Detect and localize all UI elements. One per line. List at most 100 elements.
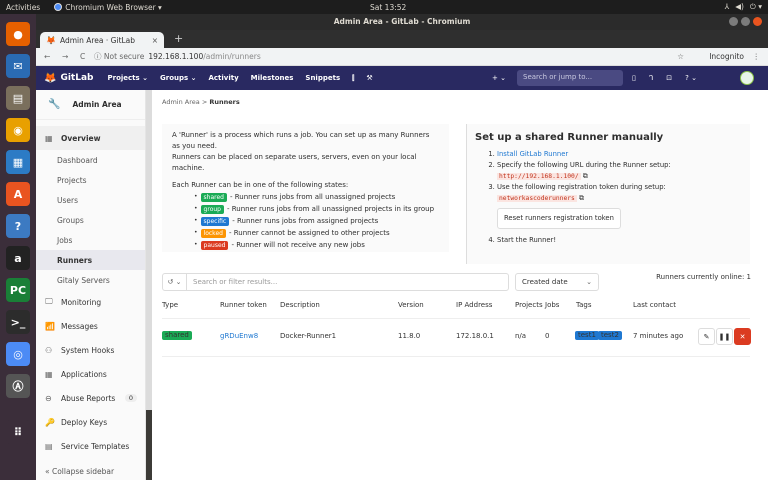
- sidebar-item-service-templates[interactable]: ▤ Service Templates: [36, 434, 145, 458]
- incognito-indicator[interactable]: Incognito: [709, 52, 744, 61]
- security-indicator[interactable]: ⓘ Not secure: [94, 51, 144, 62]
- runner-token-link[interactable]: gRDuEnw8: [220, 332, 258, 340]
- browser-tab[interactable]: 🦊 Admin Area · GitLab ×: [40, 32, 164, 48]
- amazon-icon[interactable]: a: [6, 246, 30, 270]
- runner-last-contact: 7 minutes ago: [633, 332, 684, 340]
- pycharm-icon[interactable]: PC: [6, 278, 30, 302]
- chromium-icon[interactable]: ◎: [6, 342, 30, 366]
- back-icon[interactable]: ←: [44, 52, 54, 61]
- sidebar-title[interactable]: 🔧 Admin Area: [36, 90, 145, 120]
- help-icon[interactable]: ?: [6, 214, 30, 238]
- chart-icon[interactable]: ⫿: [352, 74, 354, 83]
- app-menu[interactable]: Chromium Web Browser ▾: [54, 3, 162, 12]
- history-icon[interactable]: ↺ ⌄: [163, 274, 187, 290]
- sidebar-item-overview[interactable]: ▦ Overview: [36, 126, 145, 150]
- sidebar-item-dashboard[interactable]: Dashboard: [36, 150, 145, 170]
- app-grid-icon[interactable]: ⠿: [6, 420, 30, 444]
- merge-requests-icon[interactable]: ᒉ: [649, 74, 653, 82]
- sidebar-item-deploy-keys[interactable]: 🔑 Deploy Keys: [36, 410, 145, 434]
- pause-runner-button[interactable]: ❚❚: [716, 328, 733, 345]
- terminal-icon[interactable]: >_: [6, 310, 30, 334]
- state-row: • shared - Runner runs jobs from all unass…: [194, 191, 439, 203]
- registration-token: networkascoderunners: [497, 195, 577, 202]
- software-icon[interactable]: A: [6, 182, 30, 206]
- state-row: • paused - Runner will not receive any new…: [194, 239, 439, 251]
- nav-projects[interactable]: Projects ⌄: [107, 74, 148, 82]
- install-runner-link[interactable]: Install GitLab Runner: [497, 150, 568, 158]
- maximize-button[interactable]: [741, 17, 750, 26]
- gitlab-brand[interactable]: GitLab: [60, 73, 93, 83]
- sidebar-item-abuse-reports[interactable]: ⊖ Abuse Reports 0: [36, 386, 145, 410]
- activities-button[interactable]: Activities: [6, 3, 40, 12]
- nav-snippets[interactable]: Snippets: [305, 74, 340, 82]
- collapse-sidebar-button[interactable]: « Collapse sidebar: [45, 467, 114, 476]
- tab-close-icon[interactable]: ×: [152, 36, 158, 45]
- admin-wrench-icon[interactable]: ⚒: [366, 74, 372, 82]
- info-paragraph-1: A 'Runner' is a process which runs a job…: [172, 131, 430, 150]
- remove-runner-button[interactable]: ✕: [734, 328, 751, 345]
- runner-version: 11.8.0: [398, 332, 421, 340]
- copy-url-icon[interactable]: ⧉: [583, 172, 588, 180]
- setup-step-4: Start the Runner!: [497, 236, 557, 244]
- close-window-button[interactable]: [753, 17, 762, 26]
- sidebar-item-jobs[interactable]: Jobs: [36, 230, 145, 250]
- reload-icon[interactable]: C: [80, 52, 90, 61]
- issues-icon[interactable]: ▯: [632, 74, 636, 82]
- edit-runner-button[interactable]: ✎: [698, 328, 715, 345]
- abuse-reports-icon: ⊖: [45, 393, 52, 403]
- col-runner-token: Runner token: [220, 301, 267, 309]
- minimize-button[interactable]: [729, 17, 738, 26]
- nav-milestones[interactable]: Milestones: [251, 74, 294, 82]
- sidebar-item-system-hooks[interactable]: ⚇ System Hooks: [36, 338, 145, 362]
- sidebar-item-monitoring[interactable]: 🖵 Monitoring: [36, 290, 145, 314]
- tab-title: Admin Area · GitLab: [59, 35, 136, 45]
- sort-dropdown[interactable]: Created date ⌄: [515, 273, 599, 291]
- updater-icon[interactable]: Ⓐ: [6, 374, 30, 398]
- reset-token-button[interactable]: Reset runners registration token: [497, 208, 621, 229]
- search-input[interactable]: Search or jump to...: [517, 70, 623, 86]
- network-icon: ⅄: [724, 2, 730, 11]
- sidebar-item-messages[interactable]: 📶 Messages: [36, 314, 145, 338]
- nav-activity[interactable]: Activity: [208, 74, 238, 82]
- admin-sidebar: 🔧 Admin Area ▦ Overview Dashboard Projects U…: [36, 90, 146, 480]
- writer-icon[interactable]: ▦: [6, 150, 30, 174]
- sidebar-item-gitaly-servers[interactable]: Gitaly Servers: [36, 270, 145, 290]
- dock: ● ✉ ▤ ◉ ▦ A? a PC >_ ◎ Ⓐ ⠿: [0, 14, 36, 480]
- address-bar: ← → C ⓘ Not secure 192.168.1.100/admin/r…: [36, 48, 768, 66]
- firefox-icon[interactable]: ●: [6, 22, 30, 46]
- runner-ip: 172.18.0.1: [456, 332, 494, 340]
- sidebar-item-label: Monitoring: [61, 297, 102, 307]
- url-field[interactable]: 192.168.1.100/admin/runners: [148, 52, 260, 61]
- sidebar-item-applications[interactable]: ▦ Applications: [36, 362, 145, 386]
- clock[interactable]: Sat 13:52: [370, 3, 406, 12]
- help-dropdown[interactable]: ? ⌄: [685, 74, 697, 82]
- filter-bar[interactable]: ↺ ⌄ Search or filter results...: [162, 273, 509, 291]
- nav-groups[interactable]: Groups ⌄: [160, 74, 196, 82]
- new-tab-button[interactable]: +: [174, 32, 183, 45]
- sidebar-item-projects[interactable]: Projects: [36, 170, 145, 190]
- rhythmbox-icon[interactable]: ◉: [6, 118, 30, 142]
- url-host: 192.168.1.100: [148, 52, 204, 61]
- gitlab-logo-icon[interactable]: 🦊: [44, 73, 56, 84]
- count-badge: 0: [124, 394, 137, 402]
- system-tray[interactable]: ⅄ ◀) ⏻ ▾: [725, 2, 762, 12]
- sidebar-item-users[interactable]: Users: [36, 190, 145, 210]
- collapse-sidebar-label: Collapse sidebar: [51, 467, 115, 476]
- wrench-icon: 🔧: [48, 99, 61, 110]
- setup-title: Set up a shared Runner manually: [475, 132, 664, 143]
- avatar[interactable]: [740, 71, 754, 85]
- forward-icon[interactable]: →: [62, 52, 72, 61]
- sidebar-item-runners[interactable]: Runners: [36, 250, 145, 270]
- new-item-dropdown[interactable]: + ⌄: [492, 74, 506, 82]
- browser-menu-icon[interactable]: ⋮: [753, 52, 761, 61]
- runner-url: http://192.168.1.100/: [497, 173, 581, 180]
- thunderbird-icon[interactable]: ✉: [6, 54, 30, 78]
- sidebar-item-groups[interactable]: Groups: [36, 210, 145, 230]
- filter-input[interactable]: Search or filter results...: [193, 278, 277, 286]
- breadcrumb-parent[interactable]: Admin Area: [162, 98, 200, 106]
- runner-projects: n/a: [515, 332, 527, 340]
- files-icon[interactable]: ▤: [6, 86, 30, 110]
- copy-token-icon[interactable]: ⧉: [579, 194, 584, 202]
- todos-icon[interactable]: ⊡: [666, 74, 672, 82]
- bookmark-star-icon[interactable]: ☆: [677, 52, 684, 61]
